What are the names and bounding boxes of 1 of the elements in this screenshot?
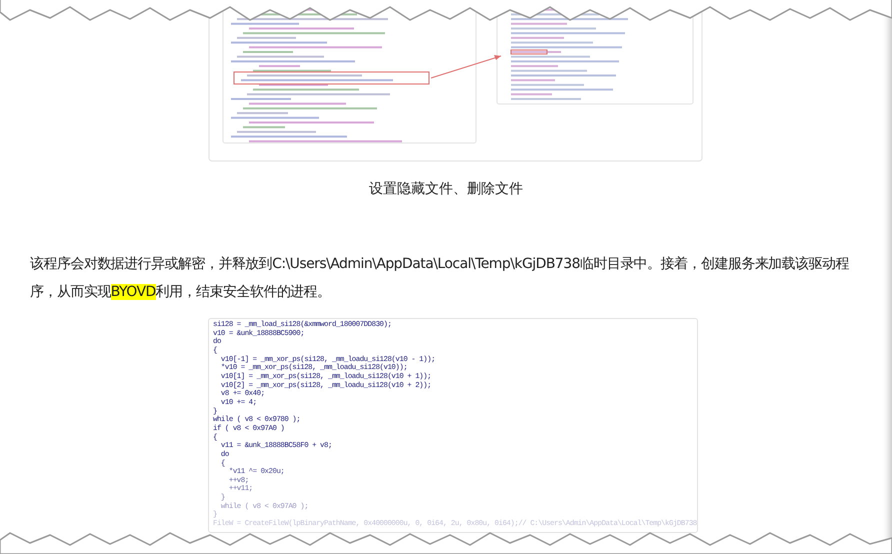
figure-caption: 设置隐藏文件、删除文件 (368, 180, 524, 198)
